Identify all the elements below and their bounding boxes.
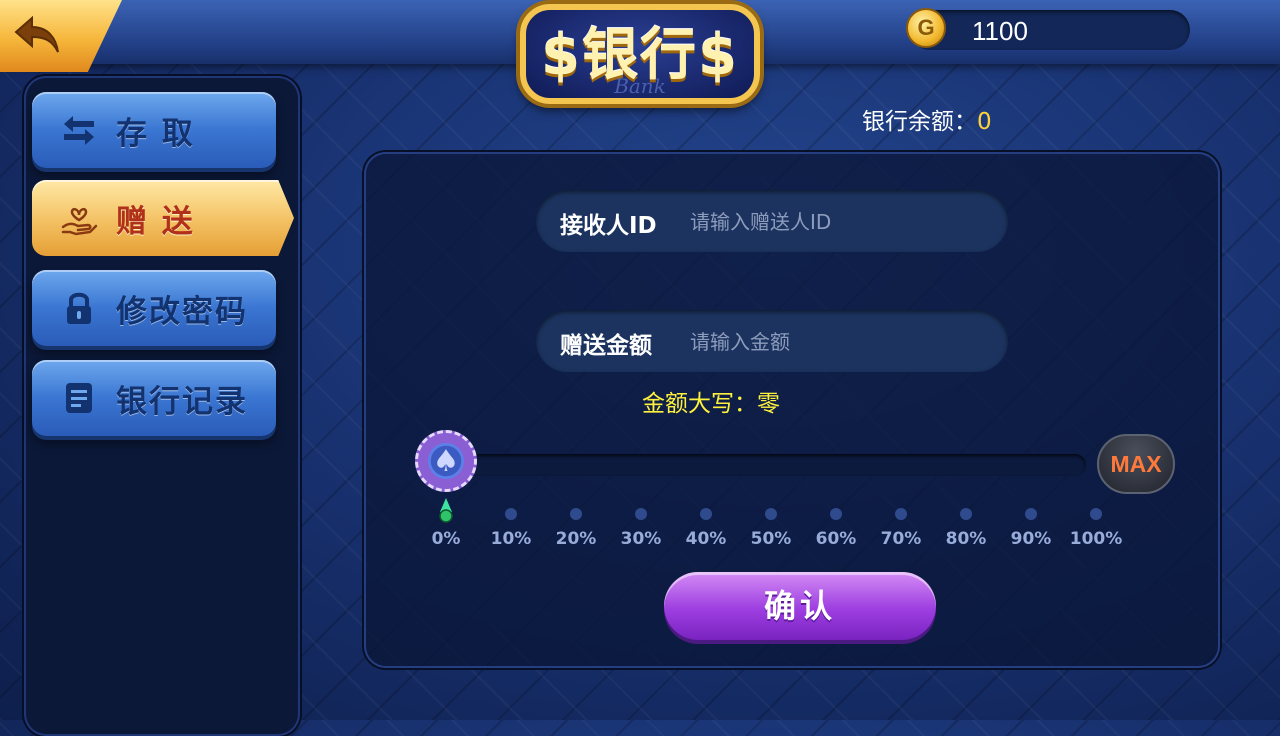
slider-tick-dot: [1090, 508, 1102, 520]
slider-tick-dot: [830, 508, 842, 520]
sidebar-item-change-password[interactable]: 修改密码: [32, 270, 276, 346]
gift-amount-label: 赠送金额: [560, 333, 652, 359]
hand-heart-icon: [61, 207, 98, 236]
confirm-button[interactable]: 确认: [664, 572, 936, 640]
sidebar-item-label: 存 取: [116, 115, 195, 152]
page-title-sub: Bank: [614, 74, 666, 98]
gift-panel: 接收人ID 赠送金额 金额大写：零 ♠ MAX 0% 10% 20% 30% 40% 50…: [364, 152, 1220, 668]
bank-balance: 银行余额：0: [862, 102, 992, 136]
slider-tick-label: 0%: [431, 529, 461, 549]
slider-tick-label: 50%: [750, 529, 792, 549]
slider-tick-label: 40%: [685, 529, 727, 549]
gold-coin-icon: G: [906, 8, 946, 48]
slider-tick-dot: [700, 508, 712, 520]
slider-tick-dot: [635, 508, 647, 520]
bank-title-badge: $银行$ Bank: [500, 0, 780, 134]
receiver-id-field: 接收人ID: [536, 190, 1008, 252]
sidebar-item-bank-records[interactable]: 银行记录: [32, 360, 276, 436]
gift-amount-field: 赠送金额: [536, 310, 1008, 372]
slider-tick-label: 20%: [555, 529, 597, 549]
receiver-id-input[interactable]: [688, 202, 992, 242]
bank-balance-label: 银行余额：: [862, 109, 977, 135]
slider-tick-label: 10%: [490, 529, 532, 549]
coin-balance: G 1100: [906, 8, 1190, 50]
transfer-arrows-icon: [64, 116, 94, 145]
sidebar: 存 取 赠 送 修改密码 银行记录: [24, 76, 300, 736]
receiver-id-label: 接收人ID: [560, 213, 657, 239]
slider-tick-dot: [570, 508, 582, 520]
amount-in-words: 金额大写：零: [642, 391, 780, 417]
slider-tick-label: 90%: [1010, 529, 1052, 549]
coin-value: 1100: [972, 16, 1028, 46]
slider-tick-dot: [895, 508, 907, 520]
lock-icon: [67, 292, 91, 324]
slider-tick-label: 30%: [620, 529, 662, 549]
max-button[interactable]: MAX: [1097, 434, 1175, 494]
slider-tick-label: 70%: [880, 529, 922, 549]
sidebar-item-gift[interactable]: 赠 送: [32, 180, 294, 256]
sidebar-item-label: 银行记录: [116, 383, 248, 420]
slider-tick-label: 100%: [1069, 529, 1123, 549]
slider-tick-label: 80%: [945, 529, 987, 549]
document-icon: [66, 383, 92, 413]
slider-tick-label: 60%: [815, 529, 857, 549]
back-arrow-icon: [14, 15, 59, 53]
sidebar-item-deposit-withdraw[interactable]: 存 取: [32, 92, 276, 168]
slider-tick-dot: [505, 508, 517, 520]
bank-balance-value: 0: [977, 109, 992, 135]
slider-tick-dot: [1025, 508, 1037, 520]
gift-amount-input[interactable]: [688, 322, 992, 362]
spade-chip-slider-handle[interactable]: ♠: [415, 430, 477, 492]
sidebar-item-label: 赠 送: [116, 203, 195, 240]
slider-tick-dot: [765, 508, 777, 520]
slider-marker-icon: [439, 498, 453, 523]
slider-tick-dot: [960, 508, 972, 520]
amount-slider-track[interactable]: [424, 454, 1086, 476]
sidebar-item-label: 修改密码: [116, 293, 248, 330]
